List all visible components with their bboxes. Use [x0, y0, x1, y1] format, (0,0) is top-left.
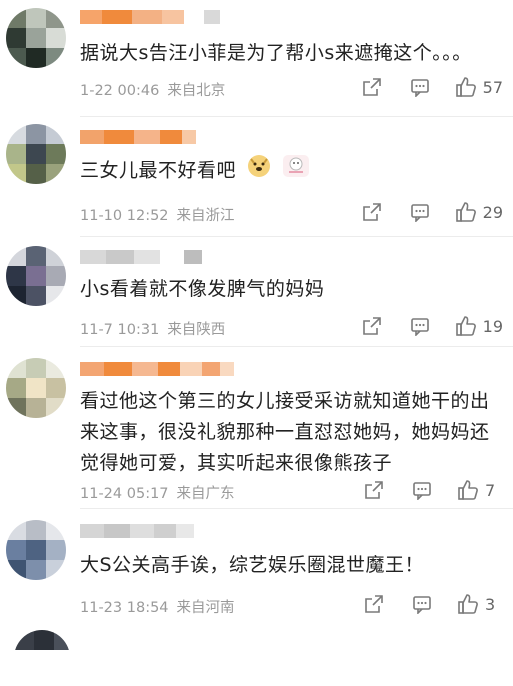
comment-text: 小s看着就不像发脾气的妈妈 [80, 278, 325, 300]
comment-location: 来自北京 [167, 83, 226, 99]
comment-actions: 29 [361, 201, 503, 223]
comment-time: 1-22 00:46 [80, 83, 160, 99]
thumbs-up-icon[interactable] [455, 76, 477, 98]
like-count: 19 [482, 316, 503, 336]
like-count: 57 [482, 77, 503, 97]
comment-location: 来自浙江 [176, 208, 235, 224]
avatar[interactable] [6, 124, 66, 184]
like-count: 29 [482, 202, 503, 222]
comment-time: 11-23 18:54 [80, 600, 169, 616]
comment-item: 小s看着就不像发脾气的妈妈 11-7 10:31 来自陕西 19 [0, 240, 513, 348]
comment-icon[interactable] [409, 315, 431, 337]
comment-time: 11-7 10:31 [80, 322, 160, 338]
comment-item: 看过他这个第三的女儿接受采访就知道她干的出来这事，很没礼貌那种一直怼怼她妈，她妈… [0, 350, 513, 510]
comment-text: 看过他这个第三的女儿接受采访就知道她干的出来这事，很没礼貌那种一直怼怼她妈，她妈… [80, 390, 490, 474]
comment-time: 11-10 12:52 [80, 208, 169, 224]
share-icon[interactable] [361, 201, 383, 223]
share-icon[interactable] [361, 76, 383, 98]
username-blurred[interactable] [80, 130, 196, 144]
comment-icon[interactable] [411, 593, 433, 615]
share-icon[interactable] [361, 315, 383, 337]
comment-location: 来自陕西 [167, 322, 226, 338]
comment-actions: 3 [363, 593, 503, 615]
comment-meta: 11-10 12:52 来自浙江 [80, 204, 235, 225]
username-blurred[interactable] [80, 362, 234, 376]
comment-text-content: 三女儿最不好看吧 [80, 159, 237, 182]
comment-meta: 11-23 18:54 来自河南 [80, 596, 235, 617]
comment-icon[interactable] [409, 76, 431, 98]
comment-icon[interactable] [411, 479, 433, 501]
comment-text: 三女儿最不好看吧 [80, 152, 497, 190]
comment-text: 据说大s告汪小菲是为了帮小s来遮掩这个。。。 [80, 42, 472, 64]
comment-actions: 57 [361, 76, 503, 98]
comment-meta: 11-24 05:17 来自广东 [80, 482, 235, 503]
avatar[interactable] [6, 8, 66, 68]
username-blurred[interactable] [80, 10, 220, 24]
divider [80, 508, 513, 509]
doge-emoji-icon [247, 154, 271, 188]
divider [80, 346, 513, 347]
avatar[interactable] [6, 246, 66, 306]
comment-location: 来自河南 [176, 600, 235, 616]
username-blurred[interactable] [80, 524, 194, 538]
comment-meta: 1-22 00:46 来自北京 [80, 79, 225, 100]
comment-time: 11-24 05:17 [80, 486, 169, 502]
comment-meta: 11-7 10:31 来自陕西 [80, 318, 225, 339]
comment-actions: 19 [361, 315, 503, 337]
comment-icon[interactable] [409, 201, 431, 223]
comment-item: 三女儿最不好看吧 11-10 12:52 来自浙江 29 [0, 120, 513, 238]
like-count: 3 [485, 594, 496, 614]
avatar[interactable] [6, 358, 66, 418]
sticker-emoji-icon [281, 152, 311, 190]
comment-location: 来自广东 [176, 486, 235, 502]
avatar[interactable] [6, 520, 66, 580]
divider [80, 236, 513, 237]
comment-text: 大S公关高手诶，综艺娱乐圈混世魔王！ [80, 554, 425, 576]
thumbs-up-icon[interactable] [457, 593, 479, 615]
comment-item: 据说大s告汪小菲是为了帮小s来遮掩这个。。。 1-22 00:46 来自北京 57 [0, 0, 513, 120]
thumbs-up-icon[interactable] [455, 201, 477, 223]
thumbs-up-icon[interactable] [455, 315, 477, 337]
comment-item: 大S公关高手诶，综艺娱乐圈混世魔王！ 11-23 18:54 来自河南 3 [0, 512, 513, 622]
comment-actions: 7 [363, 479, 503, 501]
divider [80, 116, 513, 117]
thumbs-up-icon[interactable] [457, 479, 479, 501]
share-icon[interactable] [363, 593, 385, 615]
avatar[interactable] [14, 630, 70, 686]
username-blurred[interactable] [80, 250, 202, 264]
like-count: 7 [485, 480, 496, 500]
share-icon[interactable] [363, 479, 385, 501]
